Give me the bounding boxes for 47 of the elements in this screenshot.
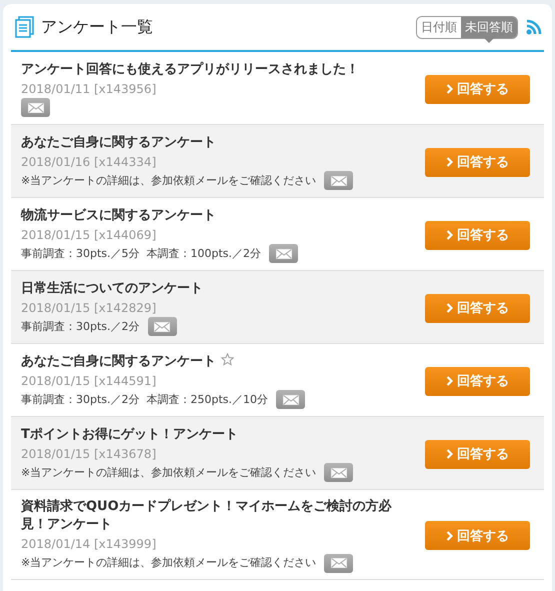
answer-button[interactable]: 回答する bbox=[425, 366, 530, 396]
document-icon bbox=[15, 16, 35, 38]
survey-date: 2018/01/15 [x143678] bbox=[21, 446, 158, 462]
survey-title: 資料請求でQUOカードプレゼント！マイホームをご検討の方必見！アンケート bbox=[21, 499, 392, 532]
survey-date: 2018/01/15 [x144591] bbox=[21, 372, 158, 390]
survey-note: ※当アンケートの詳細は、参加依頼メールをご確認ください bbox=[21, 464, 316, 480]
mail-icon[interactable] bbox=[324, 171, 354, 190]
survey-title: 日常生活についてのアンケート bbox=[21, 280, 203, 296]
chevron-icon bbox=[446, 84, 453, 94]
survey-title: Tポイントお得にゲット！アンケート bbox=[21, 426, 238, 442]
chevron-icon bbox=[446, 530, 453, 540]
survey-note: 事前調査：30pts.／5分 本調査：100pts.／2分 bbox=[21, 246, 262, 262]
mail-icon[interactable] bbox=[276, 390, 306, 409]
chevron-icon bbox=[446, 303, 453, 313]
answer-button[interactable]: 回答する bbox=[425, 294, 530, 322]
survey-title: あなたご自身に関するアンケート bbox=[21, 134, 216, 150]
chevron-icon bbox=[446, 449, 453, 459]
answer-button[interactable]: 回答する bbox=[425, 521, 530, 550]
chevron-icon bbox=[446, 376, 453, 386]
chevron-icon bbox=[446, 230, 453, 240]
answer-button[interactable]: 回答する bbox=[425, 220, 530, 250]
survey-title: アンケート回答にも使えるアプリがリリースされました！ bbox=[21, 62, 359, 77]
mail-icon[interactable] bbox=[324, 463, 354, 482]
survey-date: 2018/01/14 [x143999] bbox=[21, 536, 158, 553]
survey-date: 2018/01/15 [x144069] bbox=[21, 226, 158, 244]
survey-title: あなたご自身に関するアンケート bbox=[21, 354, 216, 368]
panel-title: アンケート一覧 bbox=[41, 16, 154, 38]
survey-note: ※当アンケートの詳細は、参加依頼メールをご確認ください bbox=[21, 172, 316, 188]
survey-date: 2018/01/15 [x142829] bbox=[21, 300, 158, 316]
rss-icon[interactable] bbox=[526, 19, 542, 35]
star-icon[interactable] bbox=[221, 352, 234, 366]
survey-note: 事前調査：30pts.／2分 bbox=[21, 318, 140, 334]
mail-icon[interactable] bbox=[21, 98, 50, 117]
chevron-icon bbox=[446, 157, 453, 167]
answer-button[interactable]: 回答する bbox=[425, 440, 530, 468]
survey-note: 事前調査：30pts.／2分 本調査：250pts.／10分 bbox=[21, 392, 268, 408]
pointer-icon bbox=[484, 38, 494, 42]
mail-icon[interactable] bbox=[324, 554, 354, 572]
survey-note: ※当アンケートの詳細は、参加依頼メールをご確認ください bbox=[21, 555, 316, 571]
mail-icon[interactable] bbox=[269, 244, 298, 263]
survey-title: 物流サービスに関するアンケート bbox=[21, 208, 216, 222]
answer-button[interactable]: 回答する bbox=[425, 148, 530, 176]
survey-date: 2018/01/16 [x144334] bbox=[21, 154, 158, 170]
sort-tab[interactable]: 未回答順 bbox=[461, 16, 517, 38]
survey-date: 2018/01/11 [x143956] bbox=[21, 81, 158, 98]
answer-button[interactable]: 回答する bbox=[425, 74, 530, 104]
mail-icon[interactable] bbox=[148, 317, 177, 336]
